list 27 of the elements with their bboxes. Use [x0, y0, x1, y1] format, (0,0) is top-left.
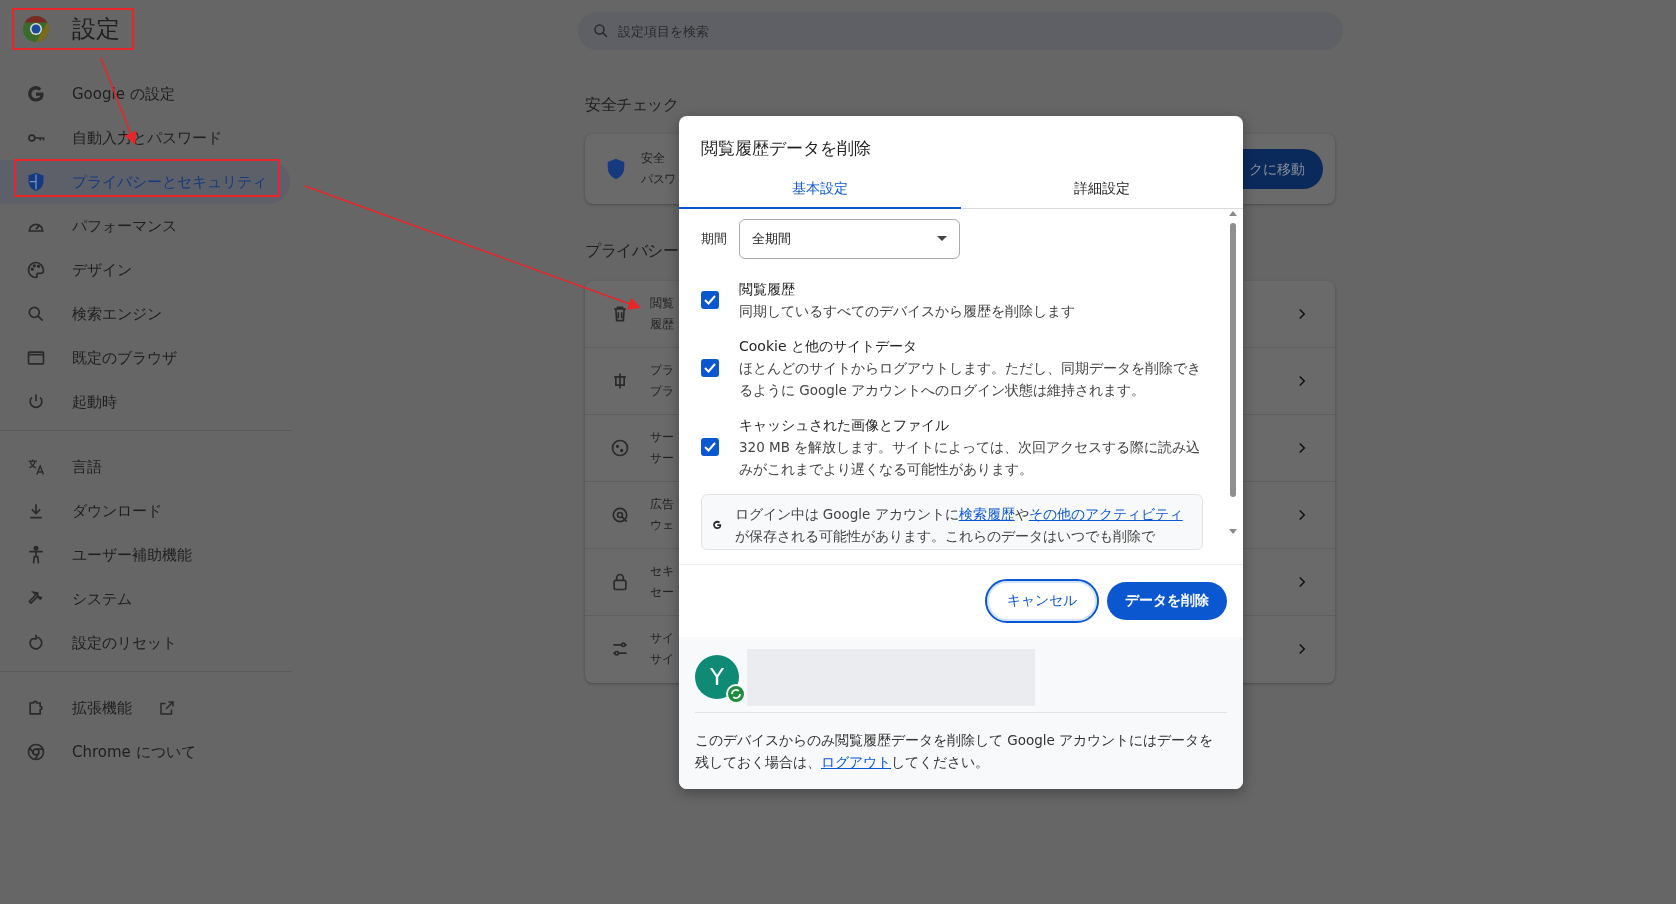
notice-text: ログイン中は Google アカウントに検索履歴やその他のアクティビティ が保存される可能性があります。これらのデータはいつでも削除で — [734, 504, 1184, 546]
row-text: サイ — [650, 630, 673, 647]
row-text: 広告 — [650, 495, 673, 513]
row-text: サー — [650, 449, 673, 467]
footer-note: このデバイスからのみ閲覧履歴データを削除して Google アカウントにはデータを残しておく場合は、ログアウト してください。 — [695, 730, 1215, 772]
card-text: パスワ — [641, 171, 676, 189]
row-text: ウェ — [650, 516, 673, 534]
field-label: 期間 — [701, 229, 727, 248]
row-text: プラ — [650, 361, 673, 379]
settings-title: 設定 — [72, 14, 120, 45]
section-heading: プライバシー — [585, 241, 678, 263]
card-text: 安全 — [641, 150, 665, 168]
option-title: 閲覧履歴 — [739, 279, 796, 299]
option-description: 320 MB を解放します。サイトによっては、次回アクセスする際に読み込みがこれまでより遅くなる可能性があります。 — [739, 437, 1202, 479]
dialog-title: 閲覧履歴データを削除 — [700, 137, 872, 160]
row-text: セキ — [650, 562, 673, 580]
option-description: ほとんどのサイトからログアウトします。ただし、同期データを削除できるように Google アカウントへのログイン状態は維持されます。 — [739, 358, 1202, 400]
row-text: サー — [650, 428, 673, 446]
row-text: プラ — [650, 382, 673, 400]
option-title: キャッシュされた画像とファイル — [739, 415, 950, 435]
option-title: Cookie と他のサイトデータ — [739, 336, 918, 356]
row-text: セー — [650, 583, 673, 601]
row-text: サイ — [650, 651, 673, 668]
section-heading: 安全チェック — [585, 95, 678, 116]
option-description: 同期しているすべてのデバイスから履歴を削除します — [739, 301, 1075, 321]
row-text: 閲覧 — [650, 294, 673, 312]
row-text: 履歴 — [650, 315, 673, 333]
